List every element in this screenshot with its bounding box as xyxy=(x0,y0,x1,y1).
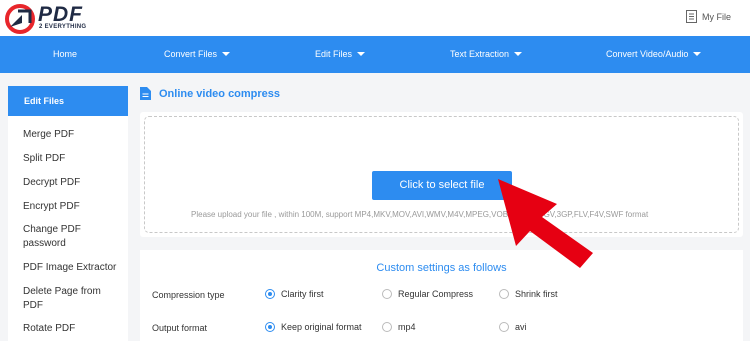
settings-title: Custom settings as follows xyxy=(376,262,507,274)
nav-convert-video-audio[interactable]: Convert Video/Audio xyxy=(606,36,702,73)
radio-label: Regular Compress xyxy=(398,289,474,299)
chevron-down-icon xyxy=(693,52,702,56)
document-list-icon xyxy=(686,10,697,23)
radio-unchecked-icon xyxy=(499,322,509,332)
sidebar-item-delete-page[interactable]: Delete Page from PDF xyxy=(23,285,108,313)
custom-settings-panel: Custom settings as follows Compression t… xyxy=(140,250,743,341)
radio-regular-compress[interactable]: Regular Compress xyxy=(382,289,473,299)
main-nav: Home Convert Files Edit Files Text Extra… xyxy=(0,36,750,73)
radio-shrink-first[interactable]: Shrink first xyxy=(499,289,558,299)
nav-home-label: Home xyxy=(53,49,78,59)
upload-panel: Click to select file Please upload your … xyxy=(140,112,743,237)
chevron-down-icon xyxy=(514,52,523,56)
radio-label: Shrink first xyxy=(515,289,558,299)
page-title-text: Online video compress xyxy=(159,87,281,100)
nav-convert-video-audio-label: Convert Video/Audio xyxy=(606,49,689,59)
sidebar-item-rotate-pdf[interactable]: Rotate PDF xyxy=(23,322,123,336)
nav-text-extraction-label: Text Extraction xyxy=(450,49,510,59)
radio-label: avi xyxy=(515,322,527,332)
logo-text: PDF xyxy=(38,3,83,26)
radio-label: Clarity first xyxy=(281,289,324,299)
sidebar: Edit Files Merge PDF Split PDF Decrypt P… xyxy=(8,86,128,341)
radio-label: mp4 xyxy=(398,322,416,332)
my-file-link[interactable]: My File xyxy=(686,10,731,23)
radio-checked-icon xyxy=(265,289,275,299)
document-icon xyxy=(140,87,151,100)
radio-mp4[interactable]: mp4 xyxy=(382,322,416,332)
select-file-button[interactable]: Click to select file xyxy=(372,171,512,200)
chevron-down-icon xyxy=(222,52,231,56)
file-dropzone[interactable]: Click to select file Please upload your … xyxy=(144,116,739,233)
radio-unchecked-icon xyxy=(499,289,509,299)
radio-unchecked-icon xyxy=(382,322,392,332)
nav-home[interactable]: Home xyxy=(53,36,77,73)
radio-avi[interactable]: avi xyxy=(499,322,527,332)
chevron-down-icon xyxy=(357,52,366,56)
sidebar-item-change-pdf-password[interactable]: Change PDF password xyxy=(23,223,113,251)
sidebar-heading[interactable]: Edit Files xyxy=(8,86,128,116)
page-title: Online video compress xyxy=(140,87,280,100)
sidebar-item-pdf-image-extractor[interactable]: PDF Image Extractor xyxy=(23,261,123,275)
compression-type-label: Compression type xyxy=(152,290,225,300)
logo-mark-icon xyxy=(5,4,35,34)
upload-hint: Please upload your file , within 100M, s… xyxy=(191,210,649,219)
sidebar-item-encrypt-pdf[interactable]: Encrypt PDF xyxy=(23,200,123,214)
nav-convert-files[interactable]: Convert Files xyxy=(164,36,231,73)
nav-text-extraction[interactable]: Text Extraction xyxy=(450,36,523,73)
my-file-label: My File xyxy=(702,11,731,22)
output-format-label: Output format xyxy=(152,323,208,333)
top-bar: PDF 2 EVERYTHING My File xyxy=(0,0,750,36)
sidebar-item-decrypt-pdf[interactable]: Decrypt PDF xyxy=(23,176,123,190)
radio-label: Keep original format xyxy=(281,322,362,332)
radio-clarity-first[interactable]: Clarity first xyxy=(265,289,324,299)
sidebar-item-merge-pdf[interactable]: Merge PDF xyxy=(23,128,123,142)
radio-keep-original-format[interactable]: Keep original format xyxy=(265,322,362,332)
nav-edit-files[interactable]: Edit Files xyxy=(315,36,366,73)
logo[interactable]: PDF 2 EVERYTHING xyxy=(4,3,124,35)
nav-edit-files-label: Edit Files xyxy=(315,49,353,59)
radio-checked-icon xyxy=(265,322,275,332)
main-content: Online video compress Click to select fi… xyxy=(140,86,750,341)
sidebar-item-split-pdf[interactable]: Split PDF xyxy=(23,152,123,166)
logo-subtext: 2 EVERYTHING xyxy=(39,24,87,30)
radio-unchecked-icon xyxy=(382,289,392,299)
nav-convert-files-label: Convert Files xyxy=(164,49,218,59)
